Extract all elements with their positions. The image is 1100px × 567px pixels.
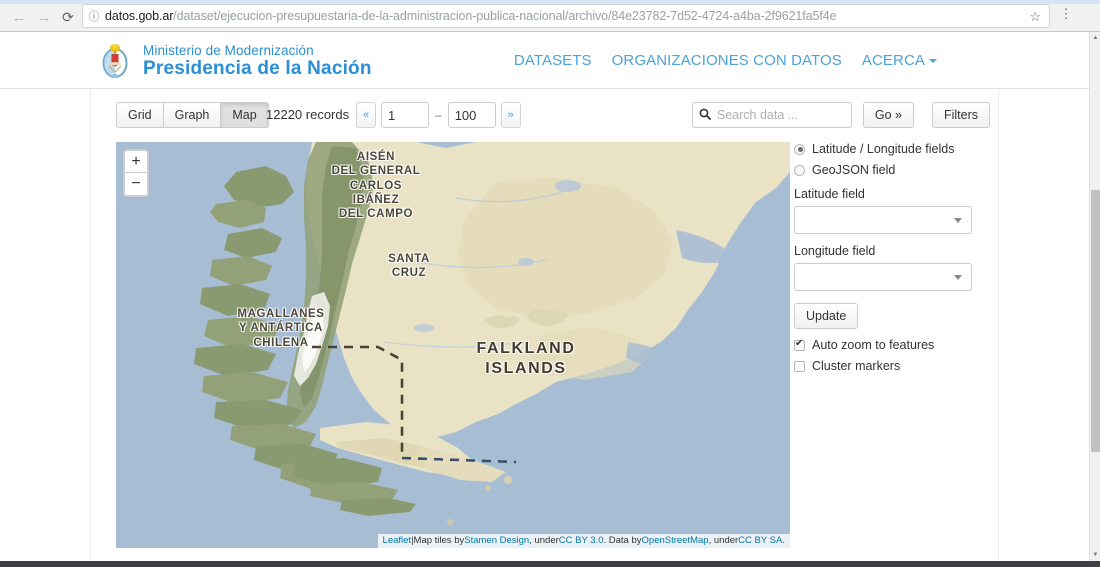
forward-icon[interactable]: → — [33, 6, 55, 28]
search-input[interactable] — [716, 104, 878, 126]
cluster-checkbox-icon[interactable] — [794, 360, 805, 372]
map-zoom-control: + − — [123, 149, 149, 197]
attribution-link-stamen[interactable]: Stamen Design — [464, 534, 529, 548]
radio-geojson-label: GeoJSON field — [812, 163, 896, 177]
scroll-up-arrow-icon[interactable]: ▲ — [1090, 32, 1100, 44]
radio-row-latlong[interactable]: Latitude / Longitude fields — [794, 142, 984, 156]
longitude-field-select[interactable] — [794, 263, 972, 291]
autozoom-checkbox-icon[interactable] — [794, 338, 805, 351]
attribution-under-2: , under — [708, 535, 739, 546]
brand-ministry: Ministerio de Modernización — [143, 42, 314, 58]
chevron-down-icon — [954, 218, 962, 223]
map-container[interactable]: AISÉN DEL GENERAL CARLOS IBÁÑEZ DEL CAMP… — [116, 142, 790, 548]
radio-latlong-icon[interactable] — [794, 143, 805, 155]
attribution-data-by: . Data by — [603, 535, 642, 546]
update-button[interactable]: Update — [794, 303, 859, 329]
nav-link-organizaciones[interactable]: ORGANIZACIONES CON DATOS — [612, 52, 842, 69]
map-attribution: Leaflet | Map tiles by Stamen Design, un… — [377, 534, 790, 548]
pagination-to-input[interactable] — [447, 102, 496, 128]
nav-link-datasets[interactable]: DATASETS — [514, 52, 592, 69]
browser-chrome: ← → ⟳ ⓘ datos.gob.ar/dataset/ejecucion-p… — [0, 0, 1100, 32]
address-bar[interactable]: ⓘ datos.gob.ar/dataset/ejecucion-presupu… — [82, 4, 1050, 28]
pagination-next-icon[interactable]: » — [500, 102, 521, 128]
browser-menu-icon[interactable]: ⋮ — [1058, 7, 1074, 21]
attribution-end: . — [782, 535, 785, 546]
filters-button[interactable]: Filters — [931, 102, 990, 128]
pagination-dash: – — [435, 108, 442, 122]
back-icon[interactable]: ← — [8, 6, 30, 28]
zoom-in-button[interactable]: + — [125, 151, 147, 173]
attribution-tiles-by: Map tiles by — [413, 535, 465, 546]
nav-link-acerca-label: ACERCA — [861, 52, 925, 69]
chevron-down-icon — [929, 59, 937, 64]
chevron-down-icon — [954, 275, 962, 280]
longitude-field-label: Longitude field — [794, 244, 876, 258]
latitude-field-select[interactable] — [794, 206, 972, 234]
nav-link-acerca[interactable]: ACERCA — [862, 52, 937, 69]
argentina-coat-of-arms-icon — [102, 44, 128, 78]
search-box[interactable] — [691, 102, 878, 128]
bookmark-star-icon[interactable]: ☆ — [1029, 9, 1041, 25]
url-path: /dataset/ejecucion-presupuestaria-de-la-… — [173, 9, 837, 23]
zoom-out-button[interactable]: − — [125, 173, 147, 195]
pagination-from-input[interactable] — [381, 102, 429, 128]
map-canvas[interactable]: AISÉN DEL GENERAL CARLOS IBÁÑEZ DEL CAMP… — [116, 142, 790, 548]
taskbar — [0, 561, 1100, 567]
map-terrain-tiles — [116, 142, 790, 548]
view-button-grid[interactable]: Grid — [116, 102, 164, 128]
url-host: datos.gob.ar — [105, 9, 174, 23]
data-explorer-toolbar: Grid Graph Map 12220 records « – » — [91, 102, 1000, 140]
attribution-under-1: , under — [529, 535, 559, 546]
map-controls-panel: Latitude / Longitude fields GeoJSON fiel… — [794, 142, 984, 380]
attribution-link-ccbysa[interactable]: CC BY SA — [738, 534, 782, 548]
scroll-down-arrow-icon[interactable]: ▼ — [1090, 549, 1100, 561]
search-group: Go » Filters — [691, 102, 990, 128]
search-icon — [693, 108, 717, 123]
record-count: 12220 records — [266, 107, 350, 122]
pagination-prev-icon[interactable]: « — [356, 102, 376, 128]
scrollbar-thumb[interactable] — [1091, 190, 1100, 452]
main-navigation: DATASETS ORGANIZACIONES CON DATOS ACERCA — [514, 52, 937, 69]
site-info-icon[interactable]: ⓘ — [83, 8, 105, 24]
site-header: Ministerio de Modernización Presidencia … — [0, 32, 1089, 89]
brand-text: Ministerio de Modernización Presidencia … — [143, 43, 372, 79]
view-button-graph[interactable]: Graph — [163, 102, 222, 128]
checkbox-row-cluster[interactable]: Cluster markers — [794, 359, 984, 373]
attribution-link-leaflet[interactable]: Leaflet — [383, 534, 412, 548]
cluster-label: Cluster markers — [812, 359, 901, 373]
view-switch-group: Grid Graph Map — [116, 102, 269, 128]
attribution-link-osm[interactable]: OpenStreetMap — [642, 534, 709, 548]
radio-latlong-label: Latitude / Longitude fields — [812, 142, 955, 156]
reload-icon[interactable]: ⟳ — [57, 6, 79, 28]
autozoom-label: Auto zoom to features — [812, 338, 935, 352]
brand-presidency: Presidencia de la Nación — [143, 57, 372, 79]
url-text: datos.gob.ar/dataset/ejecucion-presupues… — [105, 9, 1049, 23]
site-brand[interactable]: Ministerio de Modernización Presidencia … — [97, 40, 372, 82]
view-button-map[interactable]: Map — [221, 102, 269, 128]
content-frame: Grid Graph Map 12220 records « – » — [90, 89, 999, 561]
attribution-link-ccby30[interactable]: CC BY 3.0 — [559, 534, 604, 548]
radio-geojson-icon[interactable] — [794, 164, 805, 176]
radio-row-geojson[interactable]: GeoJSON field — [794, 163, 984, 177]
latitude-field-label: Latitude field — [794, 187, 865, 201]
pagination: « – » — [356, 102, 521, 128]
checkbox-row-autozoom[interactable]: Auto zoom to features — [794, 338, 984, 352]
page-scrollbar[interactable]: ▲ ▼ — [1089, 32, 1100, 561]
page-viewport: Ministerio de Modernización Presidencia … — [0, 32, 1089, 561]
